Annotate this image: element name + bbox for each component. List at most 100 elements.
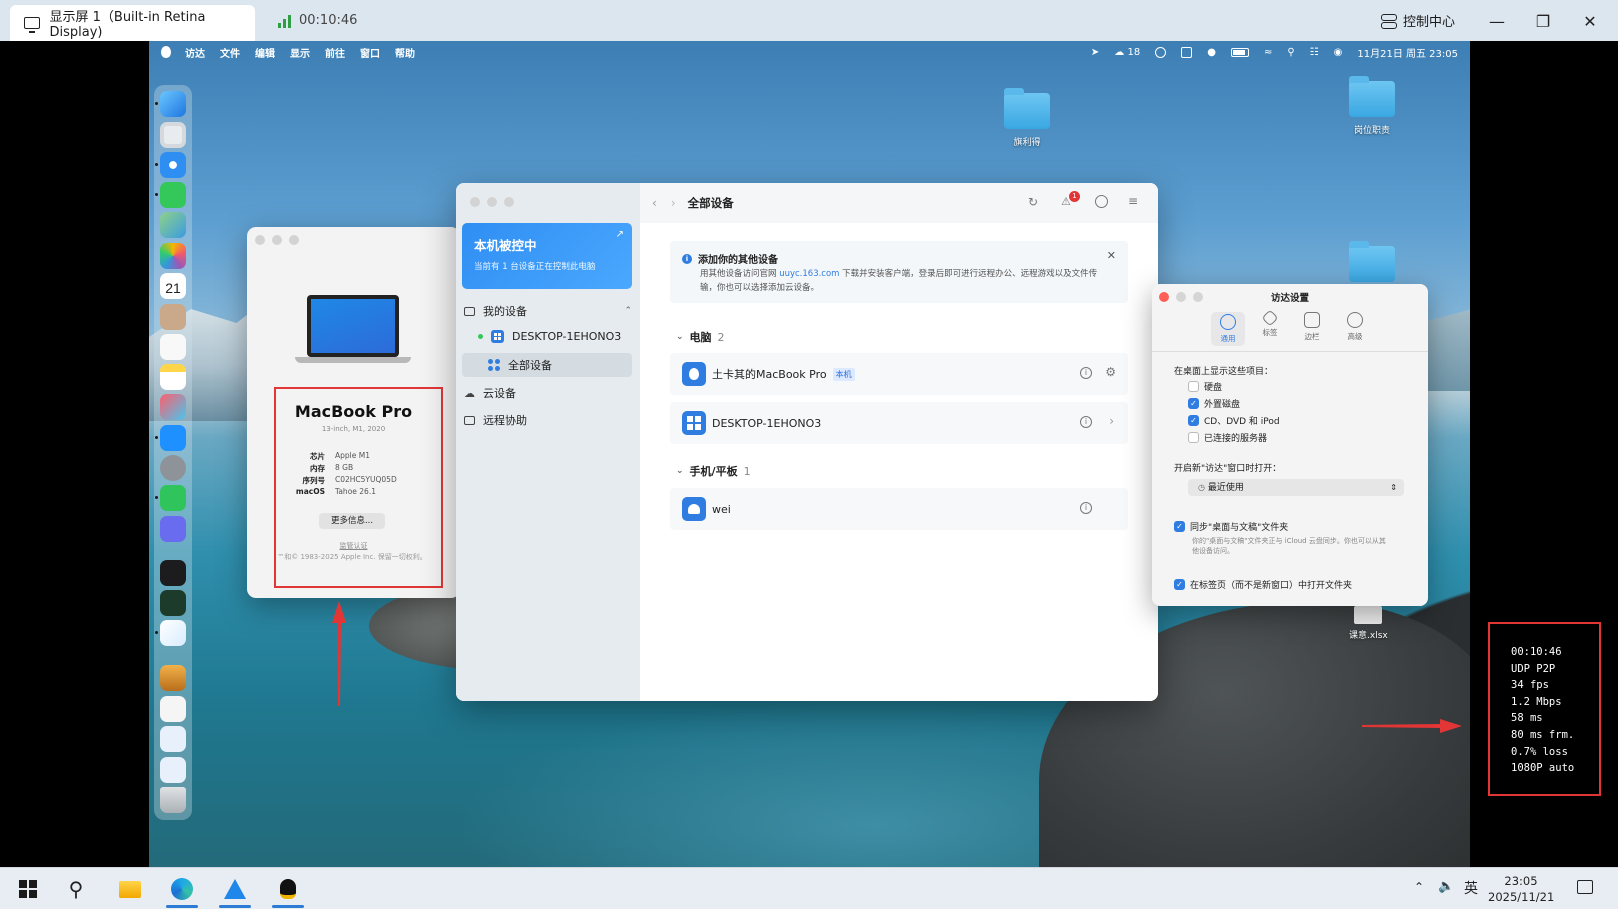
uu-remote-dock-icon[interactable] — [160, 620, 186, 646]
qq-icon[interactable] — [270, 873, 306, 908]
desktop-folder[interactable] — [1349, 241, 1395, 288]
sidebar-remote-assist[interactable]: 远程协助 — [464, 412, 527, 428]
speaker-icon[interactable]: 🔈 — [1438, 879, 1454, 894]
regulatory-link[interactable]: 监管认证 — [247, 541, 460, 551]
uu-remote-icon[interactable]: ➤ — [1091, 47, 1099, 58]
info-icon[interactable]: i — [1080, 416, 1092, 428]
maps-icon[interactable] — [160, 212, 186, 238]
play-icon[interactable] — [1155, 46, 1167, 58]
close-button[interactable] — [255, 235, 265, 245]
device-row[interactable]: DESKTOP-1EHONO3 i › — [670, 402, 1128, 444]
tab-advanced[interactable]: 高级 — [1338, 312, 1372, 342]
minimize-button[interactable]: — — [1484, 8, 1510, 34]
taskbar-clock[interactable]: 23:05 2025/11/21 — [1488, 873, 1554, 905]
website-link[interactable]: uuyc.163.com — [779, 269, 839, 279]
tab-general[interactable]: 通用 — [1211, 312, 1245, 346]
activity-monitor-icon[interactable] — [160, 590, 186, 616]
control-center-icon[interactable]: ☷ — [1310, 47, 1319, 58]
zoom-button[interactable] — [504, 197, 514, 207]
close-button[interactable]: ✕ — [1577, 8, 1603, 34]
uu-remote-taskbar-icon[interactable] — [217, 873, 253, 908]
wechat-icon[interactable] — [160, 485, 186, 511]
forward-button[interactable]: › — [671, 196, 676, 210]
info-icon[interactable]: i — [1080, 502, 1092, 514]
zoom-button[interactable] — [289, 235, 299, 245]
menu-file[interactable]: 文件 — [220, 45, 240, 60]
menu-edit[interactable]: 编辑 — [255, 45, 275, 60]
search-icon[interactable]: ⚲ — [58, 873, 94, 905]
menu-icon[interactable]: ≡ — [1128, 194, 1138, 208]
chevron-up-icon[interactable]: ⌃ — [1414, 880, 1424, 894]
system-settings-icon[interactable] — [160, 455, 186, 481]
launchpad-icon[interactable] — [160, 122, 186, 148]
wechat-status[interactable]: ☁ 18 — [1114, 47, 1140, 58]
wifi-icon[interactable]: ≈ — [1264, 47, 1272, 58]
document-icon[interactable] — [160, 757, 186, 783]
stocks-icon[interactable] — [160, 560, 186, 586]
document-icon[interactable] — [160, 696, 186, 722]
device-row[interactable]: wei i — [670, 488, 1128, 530]
restore-button[interactable]: ❐ — [1530, 8, 1556, 34]
info-icon[interactable]: i — [1080, 367, 1092, 379]
section-mobile[interactable]: ⌄ 手机/平板 1 — [676, 463, 751, 479]
more-info-button[interactable]: 更多信息... — [319, 513, 385, 529]
notification-icon[interactable] — [1577, 880, 1593, 894]
desktop-folder[interactable]: 岗位职责 — [1349, 76, 1395, 136]
contacts-icon[interactable] — [160, 304, 186, 330]
checkbox-servers[interactable]: 已连接的服务器 — [1188, 431, 1267, 444]
control-center-button[interactable]: 控制中心 — [1380, 11, 1455, 30]
menu-go[interactable]: 前往 — [325, 45, 345, 60]
menu-window[interactable]: 窗口 — [360, 45, 380, 60]
siri-icon[interactable]: ◉ — [1334, 47, 1343, 58]
tab-tags[interactable]: 标签 — [1253, 309, 1287, 338]
apple-icon[interactable] — [161, 46, 171, 58]
display-tab[interactable]: 显示屏 1（Built-in Retina Display) — [10, 5, 255, 41]
close-button[interactable] — [470, 197, 480, 207]
minimize-button[interactable] — [487, 197, 497, 207]
checkbox-sync-desktop[interactable]: ✓ 同步"桌面与文稿"文件夹 — [1174, 520, 1288, 533]
start-button[interactable] — [10, 873, 46, 905]
messages-icon[interactable] — [160, 182, 186, 208]
desktop-file[interactable]: 课意.xlsx — [1349, 606, 1388, 641]
minimize-button[interactable] — [272, 235, 282, 245]
photos-icon[interactable] — [160, 243, 186, 269]
menu-help[interactable]: 帮助 — [395, 45, 415, 60]
section-computers[interactable]: ⌄ 电脑 2 — [676, 329, 725, 345]
checkbox-open-in-tabs[interactable]: ✓ 在标签页（而不是新窗口）中打开文件夹 — [1174, 578, 1352, 591]
input-language[interactable]: 英 — [1464, 878, 1478, 898]
menu-finder[interactable]: 访达 — [185, 45, 205, 60]
sidebar-my-devices[interactable]: 我的设备 ⌃ — [464, 303, 632, 319]
input-method-icon[interactable] — [1181, 46, 1193, 58]
tab-sidebar[interactable]: 边栏 — [1295, 312, 1329, 342]
menu-view[interactable]: 显示 — [290, 45, 310, 60]
close-icon[interactable]: ✕ — [1107, 249, 1116, 262]
document-icon[interactable] — [160, 726, 186, 752]
archive-icon[interactable] — [160, 665, 186, 691]
checkbox-cds-dvds[interactable]: ✓ CD、DVD 和 iPod — [1188, 414, 1280, 427]
refresh-icon[interactable]: ↻ — [1028, 195, 1038, 209]
notes-icon[interactable] — [160, 364, 186, 390]
sidebar-cloud[interactable]: ☁ 云设备 — [464, 385, 516, 401]
battery-icon[interactable] — [1230, 47, 1249, 57]
back-button[interactable]: ‹ — [652, 196, 657, 210]
checkbox-external-disks[interactable]: ✓ 外置磁盘 — [1188, 397, 1240, 410]
sidebar-device[interactable]: DESKTOP-1EHONO3 — [478, 330, 621, 343]
menubar-clock[interactable]: 11月21日 周五 23:05 — [1357, 45, 1458, 60]
controlled-banner[interactable]: 本机被控中 当前有 1 台设备正在控制此电脑 ↗ — [462, 223, 632, 289]
device-row[interactable]: 土卡其的MacBook Pro 本机 i ⚙ — [670, 353, 1128, 395]
finder-icon[interactable] — [160, 91, 186, 117]
file-explorer-icon[interactable] — [112, 873, 148, 905]
freeform-icon[interactable] — [160, 394, 186, 420]
chevron-right-icon[interactable]: › — [1109, 414, 1114, 428]
app-icon[interactable] — [160, 516, 186, 542]
trash-icon[interactable] — [160, 787, 186, 813]
expand-icon[interactable]: ↗ — [616, 229, 624, 240]
safari-icon[interactable] — [160, 152, 186, 178]
edge-icon[interactable] — [164, 873, 200, 908]
account-icon[interactable] — [1095, 195, 1108, 208]
search-icon[interactable]: ⚲ — [1287, 47, 1294, 58]
calendar-icon[interactable]: 21 — [160, 273, 186, 299]
app-store-icon[interactable] — [160, 425, 186, 451]
sidebar-all-devices[interactable]: 全部设备 — [462, 353, 632, 377]
desktop-folder[interactable]: 旗利得 — [1004, 88, 1050, 148]
